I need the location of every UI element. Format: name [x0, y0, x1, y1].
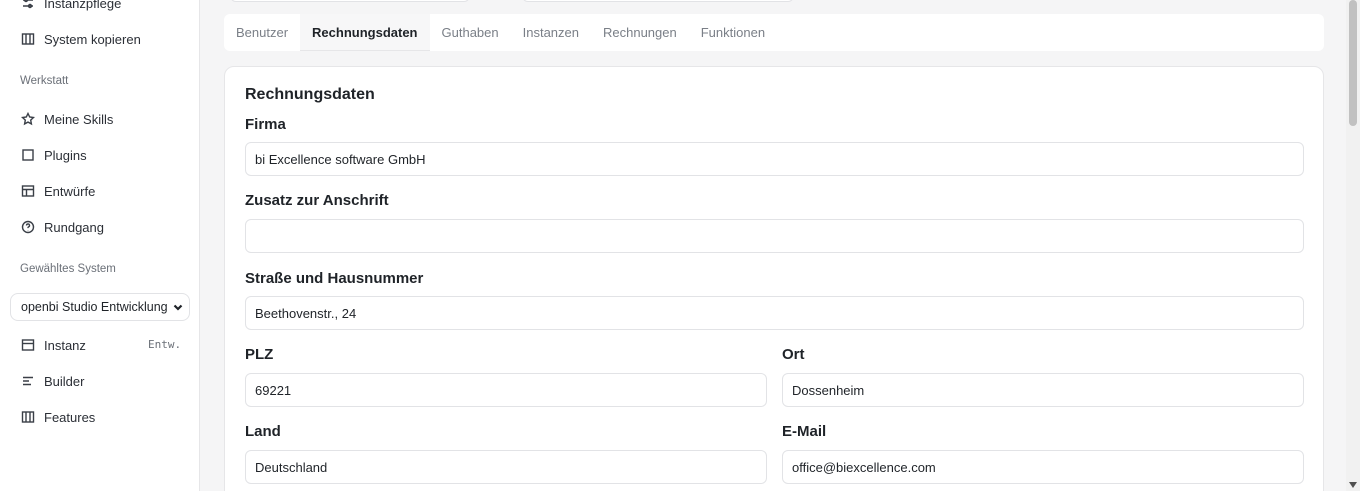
sidebar-item-rundgang[interactable]: Rundgang	[20, 215, 104, 239]
zusatz-input[interactable]	[245, 219, 1304, 253]
billing-card: Rechnungsdaten Firma Zusatz zur Anschrif…	[224, 66, 1324, 491]
sidebar-item-builder[interactable]: Builder	[20, 369, 84, 393]
section-title-gewaehltes-system: Gewähltes System	[20, 263, 116, 275]
tab-instanzen[interactable]: Instanzen	[511, 14, 591, 51]
page-scrollbar[interactable]	[1346, 0, 1360, 491]
sidebar-item-label: Builder	[44, 373, 85, 389]
plz-input[interactable]	[245, 373, 767, 407]
layout-icon	[20, 184, 35, 199]
strasse-input[interactable]	[245, 296, 1304, 330]
sidebar-item-system-kopieren[interactable]: System kopieren	[20, 27, 141, 51]
tab-rechnungen[interactable]: Rechnungen	[591, 14, 689, 51]
tab-rechnungsdaten[interactable]: Rechnungsdaten	[300, 14, 430, 51]
sidebar-item-plugins[interactable]: Plugins	[20, 143, 87, 167]
sidebar-item-instanz[interactable]: Instanz	[20, 333, 86, 357]
chevron-down-icon	[167, 301, 189, 313]
system-select-value: openbi Studio Entwicklung	[21, 300, 167, 314]
sidebar-item-label: System kopieren	[44, 31, 141, 47]
system-select[interactable]: openbi Studio Entwicklung	[10, 293, 190, 321]
tab-guthaben[interactable]: Guthaben	[430, 14, 511, 51]
firma-input[interactable]	[245, 142, 1304, 176]
sidebar-item-label: Features	[44, 409, 96, 425]
star-icon	[20, 112, 35, 127]
section-title-werkstatt: Werkstatt	[20, 75, 69, 87]
sidebar-item-meine-skills[interactable]: Meine Skills	[20, 107, 113, 131]
sidebar-item-label: Instanzpflege	[44, 0, 122, 11]
zusatz-label: Zusatz zur Anschrift	[245, 192, 389, 209]
strasse-label: Straße und Hausnummer	[245, 270, 424, 287]
help-circle-icon	[20, 220, 35, 235]
ort-input[interactable]	[782, 373, 1304, 407]
sidebar: Instanzpflege System kopieren Werkstatt …	[0, 0, 200, 491]
tab-bar: Benutzer Rechnungsdaten Guthaben Instanz…	[224, 14, 1324, 51]
sidebar-item-label: Rundgang	[44, 219, 104, 235]
align-left-icon	[20, 374, 35, 389]
columns-icon	[20, 32, 35, 47]
environment-badge: Entw.	[148, 338, 182, 351]
sidebar-item-label: Meine Skills	[44, 111, 114, 127]
firma-label: Firma	[245, 116, 286, 133]
plz-label: PLZ	[245, 346, 274, 363]
square-icon	[20, 148, 35, 163]
sliders-icon	[20, 0, 35, 11]
ort-label: Ort	[782, 346, 805, 363]
columns-icon	[20, 410, 35, 425]
sidebar-item-features[interactable]: Features	[20, 405, 95, 429]
sidebar-item-label: Plugins	[44, 147, 87, 163]
email-label: E-Mail	[782, 423, 827, 440]
email-input[interactable]	[782, 450, 1304, 484]
tab-funktionen[interactable]: Funktionen	[689, 14, 777, 51]
land-input[interactable]	[245, 450, 767, 484]
scrollbar-thumb[interactable]	[1349, 0, 1357, 126]
sidebar-item-label: Instanz	[44, 337, 86, 353]
top-field-right[interactable]	[522, 0, 794, 2]
sidebar-item-instanzpflege[interactable]: Instanzpflege	[20, 0, 121, 15]
top-field-left[interactable]	[230, 0, 470, 2]
land-label: Land	[245, 423, 281, 440]
scroll-down-icon[interactable]	[1349, 482, 1357, 488]
layout-icon	[20, 338, 35, 353]
sidebar-item-label: Entwürfe	[44, 183, 96, 199]
sidebar-item-entwuerfe[interactable]: Entwürfe	[20, 179, 95, 203]
card-title: Rechnungsdaten	[245, 86, 375, 103]
tab-benutzer[interactable]: Benutzer	[224, 14, 300, 51]
